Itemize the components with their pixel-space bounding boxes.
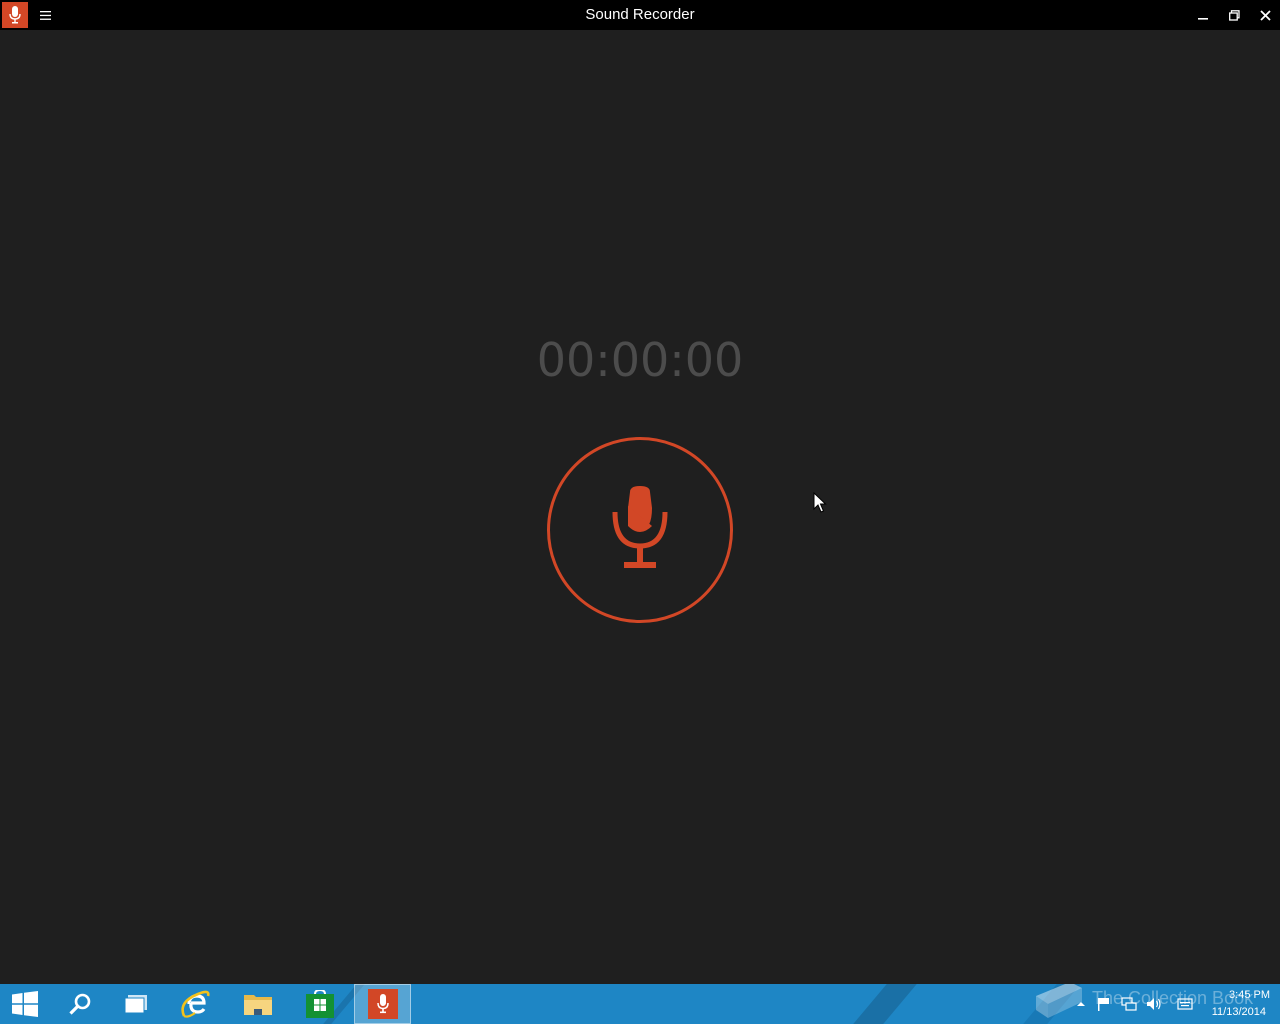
restore-button[interactable] <box>1219 0 1249 30</box>
title-bar: Sound Recorder <box>0 0 1280 30</box>
taskbar <box>0 984 1280 1024</box>
search-button[interactable] <box>52 984 108 1024</box>
mouse-cursor <box>813 492 827 513</box>
microphone-icon <box>9 6 21 24</box>
folder-icon <box>244 995 272 1015</box>
store-icon <box>306 990 334 1018</box>
recording-timer: 00:00:00 <box>536 333 744 387</box>
record-button[interactable] <box>547 437 733 623</box>
task-view-button[interactable] <box>108 984 164 1024</box>
clock-time[interactable]: 3:45 PM <box>1190 989 1270 1001</box>
sound-recorder-taskbar-button[interactable] <box>354 984 411 1024</box>
chevron-up-icon <box>1077 1002 1085 1006</box>
restore-icon <box>1228 9 1240 21</box>
close-button[interactable] <box>1250 0 1280 30</box>
hamburger-icon <box>39 10 51 20</box>
minimize-icon <box>1198 18 1208 20</box>
task-view-icon <box>124 995 147 1014</box>
show-hidden-icons-button[interactable] <box>1073 996 1089 1012</box>
internet-explorer-button[interactable] <box>168 984 224 1024</box>
taskbar-decoration <box>853 984 917 1024</box>
microphone-icon <box>612 486 668 568</box>
microphone-icon <box>376 994 389 1014</box>
sound-recorder-app-tile <box>367 989 398 1019</box>
search-icon <box>69 993 91 1015</box>
file-explorer-button[interactable] <box>230 984 286 1024</box>
window-title: Sound Recorder <box>585 6 695 23</box>
windows-logo-icon <box>12 991 38 1017</box>
start-button[interactable] <box>0 984 50 1024</box>
minimize-button[interactable] <box>1188 0 1218 30</box>
close-icon <box>1259 9 1271 21</box>
ie-icon <box>181 990 210 1018</box>
clock-date[interactable]: 11/13/2014 <box>1190 1006 1266 1018</box>
app-icon <box>2 2 28 28</box>
hamburger-menu-button[interactable] <box>34 4 56 26</box>
store-button[interactable] <box>292 984 348 1024</box>
